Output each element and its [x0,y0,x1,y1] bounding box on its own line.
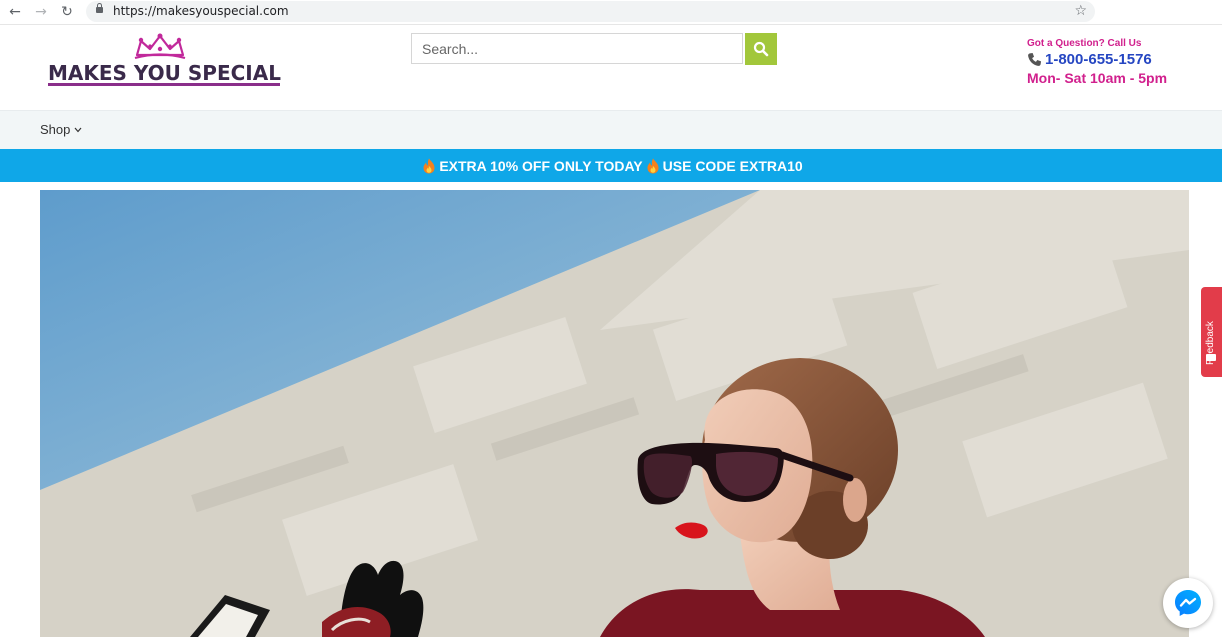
business-hours: Mon- Sat 10am - 5pm [1027,70,1168,86]
search-button[interactable] [745,33,777,65]
chat-icon [1206,354,1216,361]
contact-question: Got a Question? Call Us [1027,38,1142,49]
feedback-tab[interactable]: Feedback [1201,287,1222,377]
search-field[interactable] [411,33,743,64]
crown-icon [134,33,186,60]
search-input[interactable] [412,34,742,63]
messenger-icon [1175,590,1201,616]
fire-icon [423,158,435,173]
chevron-down-icon [74,127,82,132]
promo-text-1: EXTRA 10% OFF ONLY TODAY [439,157,643,174]
back-arrow-icon[interactable]: ← [5,2,25,22]
phone-number[interactable]: 1-800-655-1576 [1045,51,1152,68]
promo-banner[interactable]: EXTRA 10% OFF ONLY TODAY USE CODE EXTRA1… [0,149,1222,182]
address-bar[interactable]: https://makesyouspecial.com ☆ [86,1,1095,22]
address-url[interactable]: https://makesyouspecial.com [113,4,289,18]
search-icon [753,41,769,57]
messenger-chat-button[interactable] [1163,578,1213,628]
nav-item-label: Shop [40,122,71,137]
contact-info: Got a Question? Call Us 1-800-655-1576 M… [1027,38,1207,86]
hero-illustration [40,190,1189,637]
phone-icon [1028,52,1042,66]
star-icon[interactable]: ☆ [1074,1,1087,22]
logo-text: MAKES YOU SPECIAL [48,61,281,85]
logo-underline [48,83,280,86]
fire-icon [647,158,659,173]
forward-arrow-icon[interactable]: → [31,2,51,22]
site-logo[interactable]: MAKES YOU SPECIAL [48,33,281,89]
nav-item-shop[interactable]: Shop [40,122,82,137]
browser-toolbar: ← → ↻ https://makesyouspecial.com ☆ [0,0,1222,25]
main-nav: Shop [0,110,1222,149]
site-header: MAKES YOU SPECIAL Got a Question? Call U… [0,25,1222,110]
lock-icon [96,3,103,13]
promo-text-2: USE CODE EXTRA10 [662,157,803,174]
reload-icon[interactable]: ↻ [57,2,77,22]
hero-image[interactable] [40,190,1189,637]
contact-phone-link[interactable]: 1-800-655-1576 [1027,51,1207,68]
